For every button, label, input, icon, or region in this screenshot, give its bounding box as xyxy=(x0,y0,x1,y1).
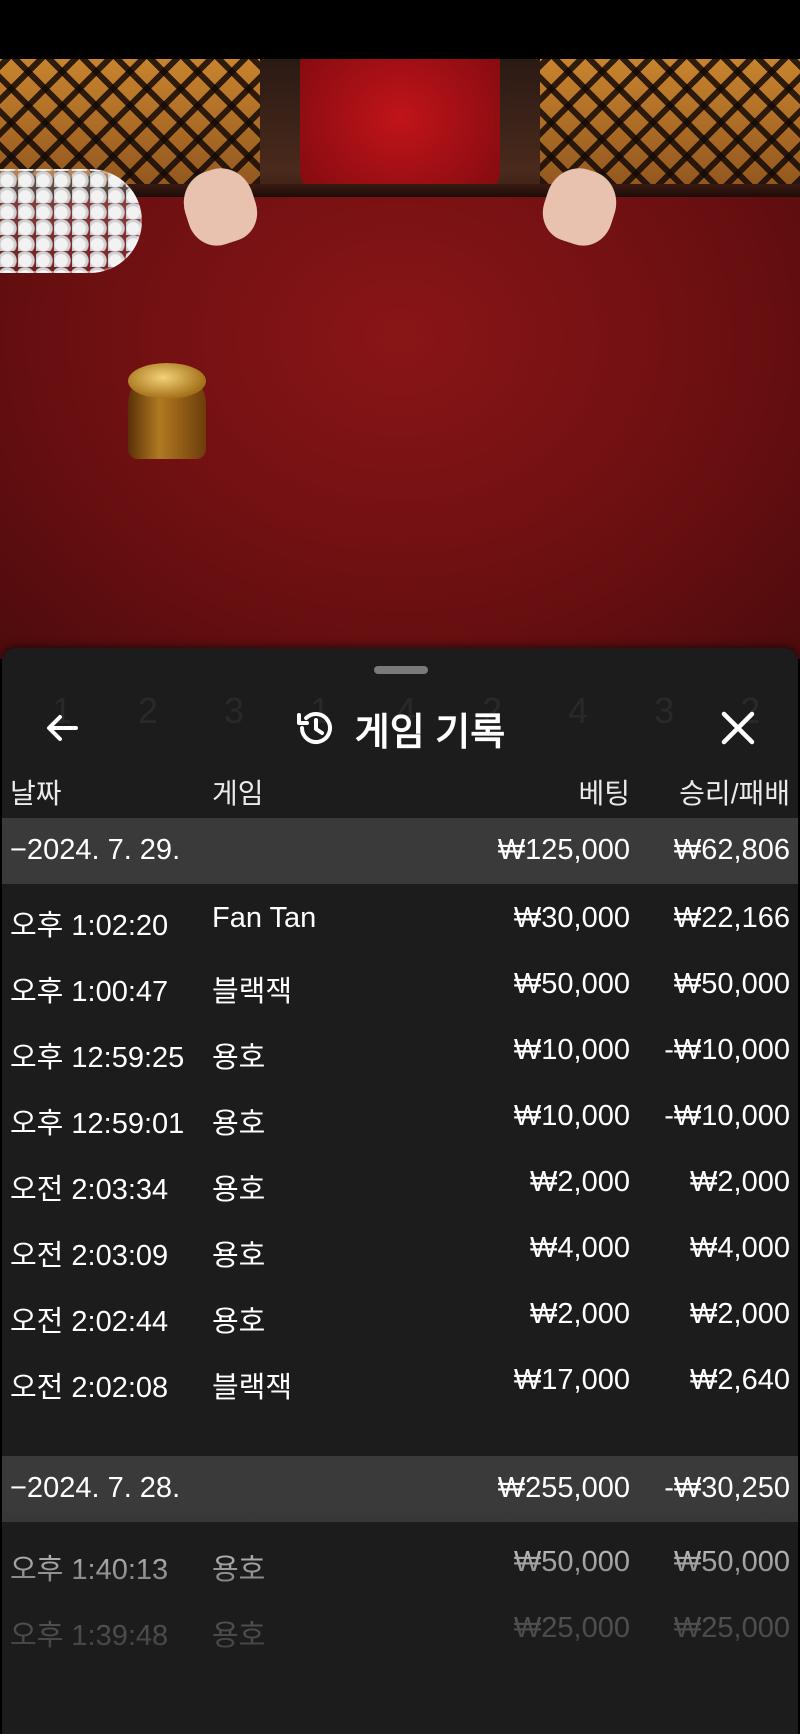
panel-title: 게임 기록 xyxy=(354,711,506,754)
row-bet: ₩50,000 xyxy=(513,1546,630,1578)
game-history-panel: 1 2 3 1 4 2 4 3 2 4 게임 기록 날짜 게임 베팅 승리/패배 xyxy=(2,648,798,1734)
row-result: ₩2,640 xyxy=(690,1364,790,1396)
row-bet: ₩17,000 xyxy=(513,1364,630,1396)
row-bet: ₩2,000 xyxy=(530,1298,630,1330)
row-bet: ₩4,000 xyxy=(530,1232,630,1264)
row-game: 용호 xyxy=(212,1174,266,1206)
row-bet: ₩10,000 xyxy=(513,1100,630,1132)
row-bet: ₩50,000 xyxy=(513,968,630,1000)
row-result: ₩4,000 xyxy=(690,1232,790,1264)
row-time: 오전 2:03:09 xyxy=(10,1240,169,1272)
close-button[interactable] xyxy=(706,696,770,760)
row-game: 용호 xyxy=(212,1042,266,1074)
panel-title-group: 게임 기록 xyxy=(2,696,798,760)
row-time: 오후 12:59:25 xyxy=(10,1042,185,1074)
row-result: ₩25,000 xyxy=(673,1612,790,1644)
row-game: 블랙잭 xyxy=(212,976,293,1008)
table-row[interactable]: 오후 1:00:47 블랙잭 ₩50,000 ₩50,000 xyxy=(2,950,798,1016)
row-result: ₩22,166 xyxy=(673,902,790,934)
row-time: 오후 1:02:20 xyxy=(10,910,169,942)
bead-bowl xyxy=(0,169,142,273)
row-game: 용호 xyxy=(212,1306,266,1338)
table-row[interactable]: 오후 1:40:13 용호 ₩50,000 ₩50,000 xyxy=(2,1528,798,1594)
panel-header: 게임 기록 xyxy=(2,688,798,768)
row-bet: ₩2,000 xyxy=(530,1166,630,1198)
row-time: 오전 2:02:08 xyxy=(10,1372,169,1404)
row-game: 용호 xyxy=(212,1108,266,1140)
column-header-date: 날짜 xyxy=(10,778,62,809)
group-date: −2024. 7. 28. xyxy=(10,1472,181,1504)
row-game: Fan Tan xyxy=(212,902,317,934)
table-row[interactable]: 오후 1:39:48 용호 ₩25,000 ₩25,000 xyxy=(2,1594,798,1660)
status-bar xyxy=(0,0,800,59)
group-result-total: ₩62,806 xyxy=(673,834,790,866)
row-result: ₩2,000 xyxy=(690,1298,790,1330)
group-bet-total: ₩255,000 xyxy=(497,1472,630,1504)
date-group-header[interactable]: −2024. 7. 29. ₩125,000 ₩62,806 xyxy=(2,818,798,884)
row-result: -₩10,000 xyxy=(664,1100,790,1132)
row-game: 블랙잭 xyxy=(212,1372,293,1404)
row-result: ₩2,000 xyxy=(690,1166,790,1198)
table-row[interactable]: 오전 2:03:09 용호 ₩4,000 ₩4,000 xyxy=(2,1214,798,1280)
table-row[interactable]: 오후 1:02:20 Fan Tan ₩30,000 ₩22,166 xyxy=(2,884,798,950)
table-row[interactable]: 오후 12:59:01 용호 ₩10,000 -₩10,000 xyxy=(2,1082,798,1148)
brass-cup xyxy=(128,363,206,459)
column-header-result: 승리/패배 xyxy=(679,778,790,809)
close-x-icon xyxy=(721,711,755,745)
row-time: 오전 2:02:44 xyxy=(10,1306,169,1338)
column-headers: 날짜 게임 베팅 승리/패배 xyxy=(2,758,798,818)
history-clock-icon xyxy=(296,712,332,744)
row-game: 용호 xyxy=(212,1620,266,1652)
table-row[interactable]: 오전 2:02:08 블랙잭 ₩17,000 ₩2,640 xyxy=(2,1346,798,1412)
row-result: -₩10,000 xyxy=(664,1034,790,1066)
column-header-bet: 베팅 xyxy=(578,778,630,809)
live-video-feed xyxy=(0,59,800,659)
group-result-total: -₩30,250 xyxy=(664,1472,790,1504)
row-bet: ₩30,000 xyxy=(513,902,630,934)
row-bet: ₩25,000 xyxy=(513,1612,630,1644)
date-group-header[interactable]: −2024. 7. 28. ₩255,000 -₩30,250 xyxy=(2,1456,798,1522)
game-table xyxy=(0,197,800,659)
group-date: −2024. 7. 29. xyxy=(10,834,181,866)
row-time: 오전 2:03:34 xyxy=(10,1174,169,1206)
column-header-game: 게임 xyxy=(212,778,264,809)
row-game: 용호 xyxy=(212,1240,266,1272)
row-game: 용호 xyxy=(212,1554,266,1586)
row-time: 오후 1:39:48 xyxy=(10,1620,169,1652)
row-time: 오후 12:59:01 xyxy=(10,1108,185,1140)
row-bet: ₩10,000 xyxy=(513,1034,630,1066)
row-result: ₩50,000 xyxy=(673,968,790,1000)
table-row[interactable]: 오후 12:59:25 용호 ₩10,000 -₩10,000 xyxy=(2,1016,798,1082)
table-row[interactable]: 오전 2:03:34 용호 ₩2,000 ₩2,000 xyxy=(2,1148,798,1214)
drag-handle[interactable] xyxy=(374,666,428,674)
table-row[interactable]: 오전 2:02:44 용호 ₩2,000 ₩2,000 xyxy=(2,1280,798,1346)
row-result: ₩50,000 xyxy=(673,1546,790,1578)
row-time: 오후 1:00:47 xyxy=(10,976,169,1008)
row-time: 오후 1:40:13 xyxy=(10,1554,169,1586)
group-bet-total: ₩125,000 xyxy=(497,834,630,866)
